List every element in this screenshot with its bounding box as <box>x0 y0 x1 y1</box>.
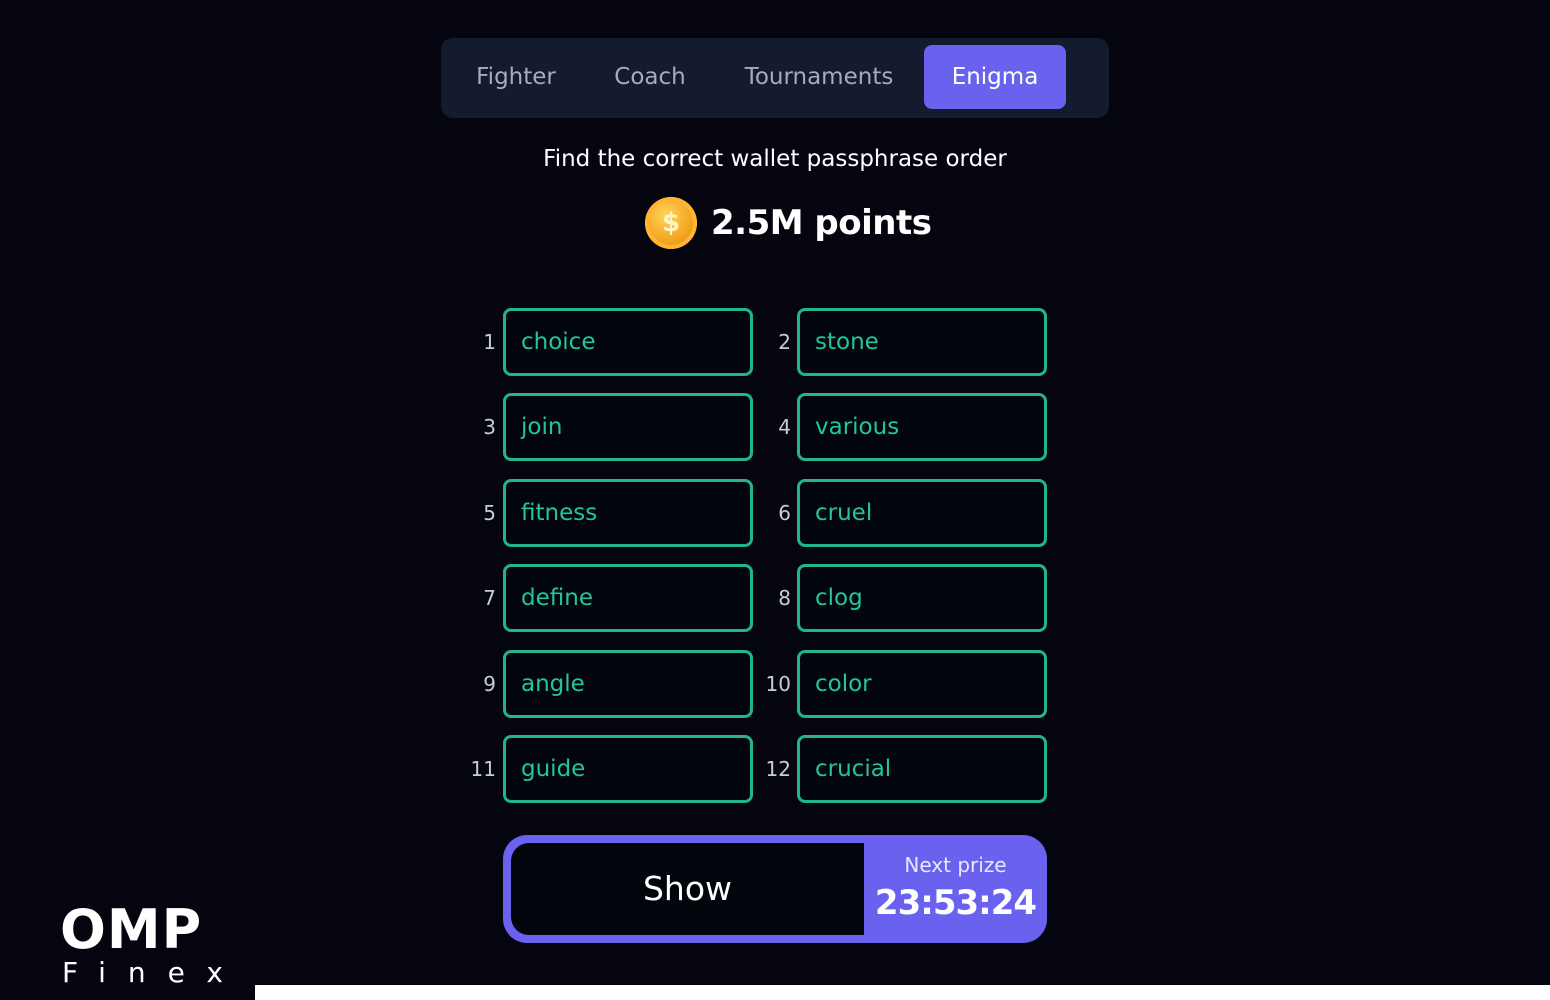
word-field-10[interactable]: color <box>797 650 1047 718</box>
reward-points: 2.5M points <box>711 203 932 243</box>
next-prize-timer: 23:53:24 <box>874 883 1037 923</box>
word-field-12[interactable]: crucial <box>797 735 1047 803</box>
reward: $ 2.5M points <box>645 196 932 250</box>
word-number: 11 <box>470 757 496 781</box>
word-number: 3 <box>483 415 496 439</box>
coin-icon: $ <box>645 197 697 249</box>
word-field-2[interactable]: stone <box>797 308 1047 376</box>
tab-tournaments[interactable]: Tournaments <box>733 45 905 109</box>
word-field-3[interactable]: join <box>503 393 753 461</box>
word-field-8[interactable]: clog <box>797 564 1047 632</box>
word-number: 6 <box>778 501 791 525</box>
word-number: 5 <box>483 501 496 525</box>
tab-bar: Fighter Coach Tournaments Enigma <box>441 38 1109 118</box>
word-field-7[interactable]: define <box>503 564 753 632</box>
word-field-9[interactable]: angle <box>503 650 753 718</box>
word-field-11[interactable]: guide <box>503 735 753 803</box>
tab-fighter[interactable]: Fighter <box>463 45 569 109</box>
word-number: 8 <box>778 586 791 610</box>
word-field-5[interactable]: fitness <box>503 479 753 547</box>
word-field-1[interactable]: choice <box>503 308 753 376</box>
tab-coach[interactable]: Coach <box>598 45 702 109</box>
word-number: 7 <box>483 586 496 610</box>
word-number: 1 <box>483 330 496 354</box>
next-prize-label: Next prize <box>904 853 1007 877</box>
word-number: 2 <box>778 330 791 354</box>
word-number: 12 <box>765 757 791 781</box>
word-number: 9 <box>483 672 496 696</box>
word-number: 4 <box>778 415 791 439</box>
word-field-6[interactable]: cruel <box>797 479 1047 547</box>
word-field-4[interactable]: various <box>797 393 1047 461</box>
word-number: 10 <box>765 672 791 696</box>
show-button[interactable]: Show <box>511 843 864 935</box>
bottom-strip <box>255 985 1550 1000</box>
watermark-logo-sub: Finex <box>62 956 245 989</box>
watermark-logo: OMP <box>60 898 203 961</box>
show-action-panel: Show Next prize 23:53:24 <box>503 835 1047 943</box>
tab-enigma[interactable]: Enigma <box>924 45 1066 109</box>
enigma-instruction: Find the correct wallet passphrase order <box>543 146 1007 172</box>
